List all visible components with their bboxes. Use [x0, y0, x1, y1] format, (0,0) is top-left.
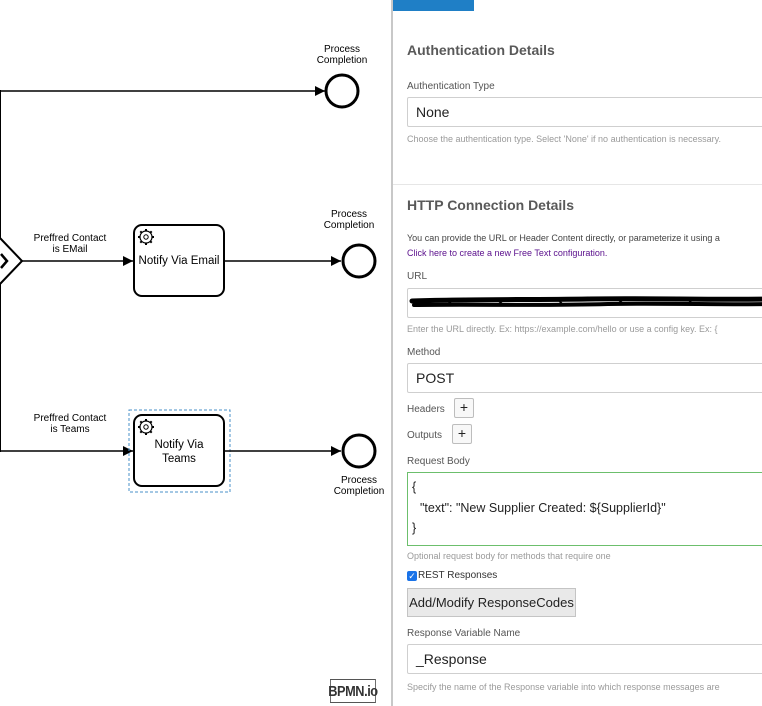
http-info-text: You can provide the URL or Header Conten…	[407, 233, 720, 243]
response-variable-input[interactable]: _Response	[407, 644, 762, 674]
http-group-title[interactable]: HTTP Connection Details	[407, 197, 574, 213]
group-divider	[393, 184, 762, 185]
end-event-bottom[interactable]	[341, 433, 377, 469]
end-event-middle-label-1: Process	[331, 209, 367, 220]
url-input[interactable]	[407, 288, 762, 318]
request-body-line-2: "text": "New Supplier Created: ${Supplie…	[420, 501, 666, 515]
task-teams-label-1: Notify Via	[154, 439, 204, 451]
auth-group-title[interactable]: Authentication Details	[407, 42, 555, 58]
request-body-line-3: }	[412, 521, 417, 535]
end-event-bottom-label-2: Completion	[334, 486, 385, 497]
url-help: Enter the URL directly. Ex: https://exam…	[407, 324, 718, 334]
method-select[interactable]: POST	[407, 363, 762, 393]
free-text-config-link[interactable]: Click here to create a new Free Text con…	[407, 248, 607, 258]
url-label-text: URL	[407, 271, 428, 282]
auth-type-help: Choose the authentication type. Select '…	[407, 134, 721, 144]
redacted-url-scribble	[409, 296, 762, 307]
bpmn-io-logo[interactable]: BPMN.io	[328, 679, 378, 703]
auth-type-select[interactable]: None	[407, 97, 762, 127]
flow-email-label-2: is EMail	[52, 244, 87, 255]
end-event-top-label-2: Completion	[317, 55, 368, 66]
flow-teams-label-2: is Teams	[50, 424, 89, 435]
task-email-label: Notify Via Email	[139, 255, 220, 267]
end-event-bottom-label-1: Process	[341, 475, 377, 486]
end-event-top-label-1: Process	[324, 44, 360, 55]
exclusive-gateway[interactable]	[0, 236, 24, 286]
outputs-label: Outputs	[407, 430, 443, 441]
task-teams-label-2: Teams	[162, 453, 196, 465]
request-body-help: Optional request body for methods that r…	[407, 551, 611, 561]
headers-label: Headers	[407, 404, 445, 415]
rest-responses-label[interactable]: REST Responses	[418, 570, 497, 581]
add-header-button[interactable]: +	[454, 398, 474, 418]
flow-email-label-1: Preffred Contact	[34, 233, 107, 244]
properties-panel: Authentication Details Authentication Ty…	[393, 0, 762, 706]
rest-responses-checkbox[interactable]: ✓	[407, 571, 417, 581]
auth-type-label: Authentication Type	[407, 81, 495, 92]
request-body-line-1: {	[412, 480, 417, 494]
end-event-top[interactable]	[324, 73, 360, 109]
request-body-textarea[interactable]: { "text": "New Supplier Created: ${Suppl…	[407, 472, 762, 546]
request-body-label: Request Body	[407, 456, 470, 467]
active-tab-indicator[interactable]	[393, 0, 474, 11]
flow-teams-label-1: Preffred Contact	[34, 413, 107, 424]
url-label: URL	[407, 271, 427, 282]
bpmn-canvas[interactable]: Process Completion Preffred Contact is E…	[0, 0, 392, 706]
add-output-button[interactable]: +	[452, 424, 472, 444]
bpmn-diagram: Process Completion Preffred Contact is E…	[0, 44, 385, 497]
method-label: Method	[407, 347, 441, 358]
response-variable-help: Specify the name of the Response variabl…	[407, 682, 720, 692]
response-variable-label: Response Variable Name	[407, 628, 521, 639]
modify-response-codes-button[interactable]: Add/Modify ResponseCodes	[407, 588, 576, 617]
end-event-middle-label-2: Completion	[324, 220, 375, 231]
end-event-middle[interactable]	[341, 243, 377, 279]
